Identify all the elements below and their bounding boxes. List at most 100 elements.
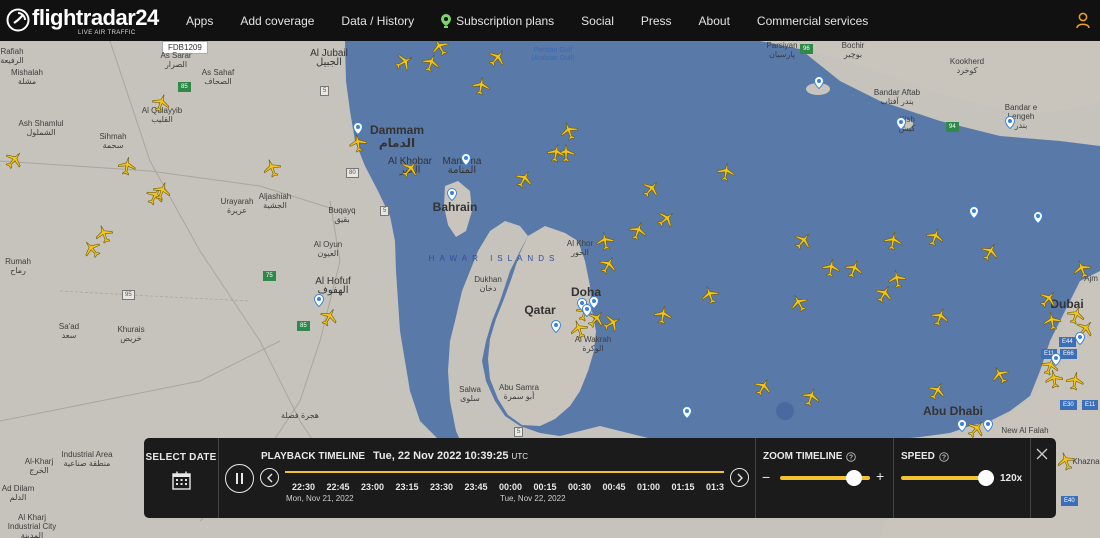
playback-panel: SELECT DATE PLAYBACK TIMELINE Tue, 22 No… xyxy=(144,438,1056,518)
place-label: Ad Dilam الدلم xyxy=(1,484,35,502)
place-label: Bandar Aftab بندر آفتاب xyxy=(873,88,921,106)
airplane-icon[interactable] xyxy=(714,160,737,183)
logo-subtitle: LIVE AIR TRAFFIC xyxy=(78,30,136,36)
pause-icon xyxy=(241,473,243,484)
highway-shield: 96 xyxy=(800,44,813,54)
zoom-in-button[interactable]: + xyxy=(876,468,884,484)
nav-press[interactable]: Press xyxy=(641,14,672,28)
place-label: Mishalah مشلة xyxy=(10,68,44,86)
nav-apps[interactable]: Apps xyxy=(186,14,213,28)
panel-divider xyxy=(1030,438,1031,518)
speed-slider-thumb[interactable] xyxy=(978,470,994,486)
top-bar: flightradar24 LIVE AIR TRAFFIC Apps Add … xyxy=(0,0,1100,41)
highway-shield: 95 xyxy=(122,290,135,300)
airport-pin-icon[interactable] xyxy=(982,418,994,433)
timeline-tick: 00:45 xyxy=(602,482,626,492)
airplane-icon[interactable] xyxy=(115,154,138,177)
playback-time: Tue, 22 Nov 2022 10:39:25 UTC xyxy=(373,450,528,462)
playback-timeline-label: PLAYBACK TIMELINE xyxy=(261,451,366,462)
nav-commercial-services[interactable]: Commercial services xyxy=(757,14,868,28)
calendar-icon xyxy=(171,471,191,490)
zoom-slider-thumb[interactable] xyxy=(845,470,862,486)
select-date-label: SELECT DATE xyxy=(145,452,217,463)
nav-social[interactable]: Social xyxy=(581,14,614,28)
airplane-icon[interactable] xyxy=(1042,367,1065,390)
airport-pin-icon[interactable] xyxy=(550,319,562,334)
timeline-tick: 22:45 xyxy=(326,482,350,492)
place-label: Salwa سلوى xyxy=(459,385,481,403)
timeline-prev-button[interactable] xyxy=(260,468,279,487)
airport-pin-icon[interactable] xyxy=(895,116,907,131)
highway-shield: 85 xyxy=(297,321,310,331)
airport-pin-icon[interactable] xyxy=(352,121,364,136)
pause-button[interactable] xyxy=(225,464,254,493)
airport-pin-icon[interactable] xyxy=(581,303,593,318)
airplane-icon[interactable] xyxy=(593,229,616,252)
airplane-icon[interactable] xyxy=(881,229,904,252)
place-label: Al Oyun العيون xyxy=(313,240,343,258)
highway-shield: E11 xyxy=(1082,400,1099,410)
zoom-timeline-text: ZOOM TIMELINE xyxy=(763,451,843,462)
flightradar24-logo[interactable]: flightradar24 LIVE AIR TRAFFIC xyxy=(6,4,159,38)
timeline-next-button[interactable] xyxy=(730,468,749,487)
panel-divider xyxy=(755,438,756,518)
nav-add-coverage[interactable]: Add coverage xyxy=(240,14,314,28)
place-label: Sa'ad سعد xyxy=(58,322,80,340)
place-label: Rumah رماح xyxy=(5,257,31,275)
place-label: Sihmah سحمة xyxy=(99,132,127,150)
place-label: Rafiah الرفيعة xyxy=(0,47,24,65)
playback-time-value: Tue, 22 Nov 2022 10:39:25 xyxy=(373,450,509,462)
timeline-track[interactable] xyxy=(285,471,724,473)
airplane-icon[interactable] xyxy=(1063,369,1086,392)
playback-timezone: UTC xyxy=(511,452,528,461)
place-label: Khurais خريص xyxy=(117,325,145,343)
airport-pin-icon[interactable] xyxy=(968,205,980,220)
airport-pin-icon[interactable] xyxy=(1050,352,1062,367)
timeline-tick: 23:45 xyxy=(464,482,488,492)
airplane-icon[interactable] xyxy=(651,303,674,326)
airport-pin-icon[interactable] xyxy=(681,405,693,420)
highway-shield: E30 xyxy=(1060,400,1077,410)
close-icon[interactable] xyxy=(1036,448,1048,460)
timeline-ticks: 22:30 22:45 23:00 23:15 23:30 23:45 00:00 00:15… xyxy=(292,482,724,494)
airport-pin-icon[interactable] xyxy=(956,418,968,433)
timeline-tick: 23:30 xyxy=(430,482,454,492)
place-label: Parsiyan پارسیان xyxy=(766,41,798,59)
select-date-button[interactable]: SELECT DATE xyxy=(144,438,218,518)
speed-slider-track[interactable] xyxy=(901,476,986,480)
airport-pin-icon[interactable] xyxy=(1032,210,1044,225)
airport-pin-icon[interactable] xyxy=(446,187,458,202)
place-label: Al-Kharj الخرج xyxy=(24,457,54,475)
highway-shield: 5 xyxy=(514,427,524,437)
nav-subscription-plans[interactable]: Subscription plans xyxy=(441,13,555,28)
place-label: Dukhan دخان xyxy=(474,275,502,293)
help-icon[interactable]: ? xyxy=(846,451,857,462)
airplane-icon[interactable] xyxy=(544,141,567,164)
nav-data-history[interactable]: Data / History xyxy=(341,14,414,28)
timeline-tick: 23:15 xyxy=(395,482,419,492)
timeline-tick: 00:00 xyxy=(499,482,523,492)
airport-pin-icon[interactable] xyxy=(313,293,325,308)
nav-subscription-plans-label: Subscription plans xyxy=(456,13,555,28)
place-label: Buqayq بقيق xyxy=(328,206,356,224)
place-label: Al Kharj Industrial City المدينة xyxy=(7,513,57,538)
chevron-left-icon xyxy=(266,473,272,482)
place-label: Bochir بوچیر xyxy=(841,41,865,59)
user-icon[interactable] xyxy=(1076,12,1090,29)
airport-pin-icon[interactable] xyxy=(1074,331,1086,346)
zoom-out-button[interactable]: − xyxy=(762,469,770,485)
place-label: Urayarah عريرة xyxy=(220,197,254,215)
airplane-icon[interactable] xyxy=(1040,309,1063,332)
nav-about[interactable]: About xyxy=(699,14,730,28)
highway-shield: 5 xyxy=(320,86,330,96)
main-nav: Apps Add coverage Data / History Subscri… xyxy=(186,0,895,41)
airplane-icon[interactable] xyxy=(469,74,492,97)
highway-shield: 75 xyxy=(263,271,276,281)
help-icon[interactable]: ? xyxy=(939,451,949,462)
place-label: هجرة فصلة xyxy=(281,411,319,420)
timeline-tick: 01:00 xyxy=(637,482,661,492)
airport-pin-icon[interactable] xyxy=(1004,115,1016,130)
airport-pin-icon[interactable] xyxy=(460,152,472,167)
airport-pin-icon[interactable] xyxy=(813,75,825,90)
airplane-icon[interactable] xyxy=(819,256,842,279)
